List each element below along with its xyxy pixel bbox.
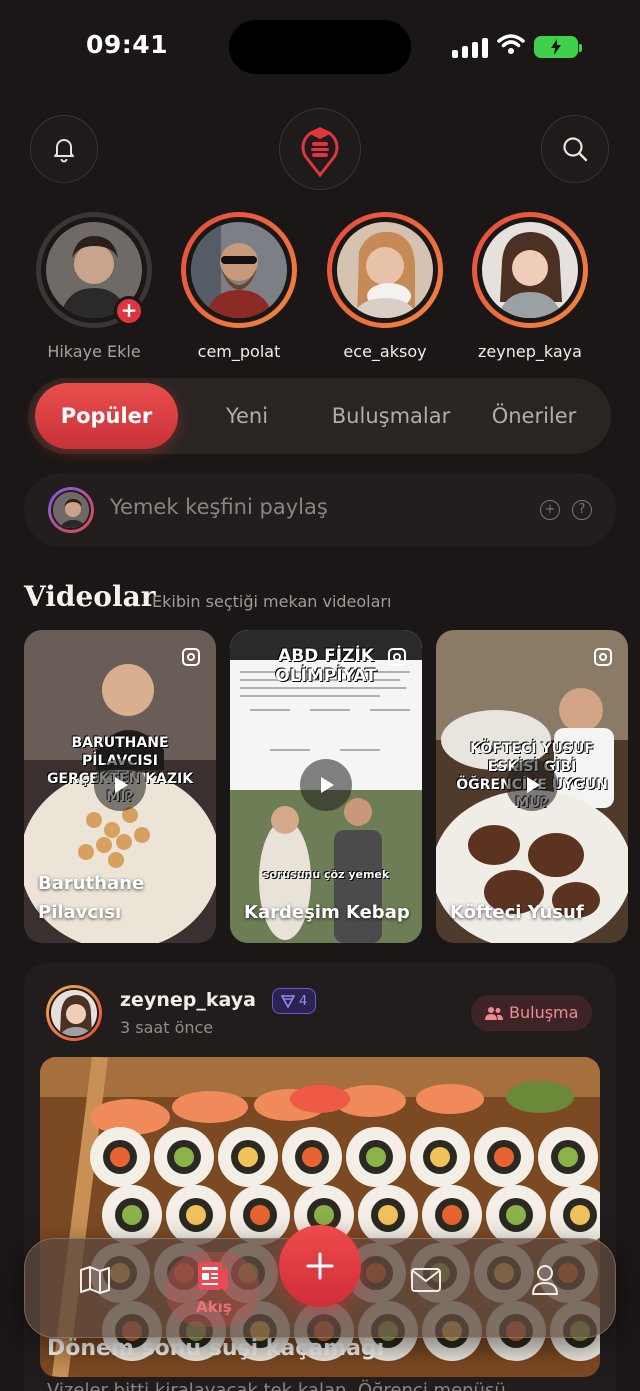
nav-profile[interactable] (527, 1262, 563, 1298)
tag-label: Buluşma (509, 1003, 579, 1022)
dynamic-island (229, 20, 411, 74)
story-add[interactable]: Hikaye Ekle (36, 212, 152, 361)
instagram-icon[interactable] (388, 648, 406, 666)
story-zeynep-kaya[interactable]: zeynep_kaya (472, 212, 588, 361)
story-name: cem_polat (197, 342, 281, 361)
badge-count: 4 (299, 993, 308, 1009)
instagram-icon[interactable] (182, 648, 200, 666)
section-subtitle: Ekibin seçtiği mekan videoları (152, 592, 392, 611)
video-card-kofteci-yusuf[interactable]: KÖFTECİ YUSUF ESKİSİ GİBİ ÖĞRENCİYE UYGU… (436, 630, 628, 943)
signal-icon (452, 36, 488, 58)
story-cem-polat[interactable]: cem_polat (181, 212, 297, 361)
user-icon (532, 1265, 558, 1295)
video-title: Kardeşim Kebap (244, 902, 410, 923)
story-name: ece_aksoy (343, 342, 427, 361)
avatar (191, 222, 287, 318)
post-snippet: Vizeler bitti kiralayacak tek kalan. Öğr… (47, 1380, 523, 1391)
video-card-kardesim-kebap[interactable]: ABD FİZİK OLİMPİYAT sorusunu çöz yemek K… (230, 630, 422, 943)
post-composer[interactable]: Yemek keşfini paylaş + ? (24, 473, 616, 547)
story-ece-aksoy[interactable]: ece_aksoy (327, 212, 443, 361)
avatar (48, 487, 94, 533)
mail-icon (411, 1268, 441, 1292)
meetup-tag[interactable]: Buluşma (471, 995, 593, 1031)
video-title: Baruthane (38, 873, 145, 894)
tab-suggestions[interactable]: Öneriler (476, 383, 592, 449)
story-name: zeynep_kaya (478, 342, 582, 361)
composer-placeholder: Yemek keşfini paylaş (110, 495, 328, 519)
level-badge: 4 (272, 988, 317, 1014)
wifi-icon (497, 34, 525, 54)
notifications-button[interactable] (30, 115, 98, 183)
feed-tabs: Popüler Yeni Buluşmalar Öneriler (28, 378, 611, 454)
post-username[interactable]: zeynep_kaya (120, 989, 256, 1011)
help-icon[interactable]: ? (572, 500, 592, 520)
tab-popular[interactable]: Popüler (35, 383, 178, 449)
nav-messages[interactable] (408, 1262, 444, 1298)
newspaper-icon (198, 1262, 228, 1290)
search-icon (563, 137, 588, 162)
battery-icon (534, 36, 582, 58)
video-title: Pilavcısı (38, 902, 122, 923)
video-title: Köfteci Yusuf (450, 902, 584, 923)
search-button[interactable] (541, 115, 609, 183)
play-icon[interactable] (300, 758, 352, 811)
story-name: Hikaye Ekle (47, 342, 141, 361)
add-icon[interactable]: + (540, 500, 560, 520)
status-time: 09:41 (86, 30, 169, 59)
logo-icon (301, 127, 339, 177)
bell-icon (54, 139, 74, 163)
app-logo[interactable] (279, 108, 361, 190)
tab-meetups[interactable]: Buluşmalar (318, 383, 464, 449)
plus-icon (306, 1252, 334, 1280)
add-story-icon[interactable]: + (114, 296, 144, 326)
avatar (482, 222, 578, 318)
section-title: Videolar (24, 580, 156, 613)
create-post-button[interactable] (279, 1225, 361, 1307)
avatar (337, 222, 433, 318)
people-icon (485, 1007, 503, 1020)
video-card-baruthane[interactable]: BARUTHANE PİLAVCISI GERÇEKTEN KAZIK MI? … (24, 630, 216, 943)
tab-new[interactable]: Yeni (191, 383, 303, 449)
play-icon[interactable] (94, 758, 146, 811)
map-icon (80, 1266, 110, 1294)
nav-feed-label[interactable]: Akış (196, 1298, 232, 1316)
avatar[interactable] (46, 985, 102, 1041)
play-icon[interactable] (506, 758, 558, 811)
badge-icon (281, 995, 295, 1008)
video-caption: sorusunu çöz yemek (262, 868, 390, 881)
post-time: 3 saat önce (120, 1018, 214, 1037)
nav-map[interactable] (77, 1262, 113, 1298)
nav-feed[interactable] (195, 1258, 231, 1294)
post-title: Dönem sonu suşi kaçamağı (47, 1336, 385, 1361)
instagram-icon[interactable] (594, 648, 612, 666)
